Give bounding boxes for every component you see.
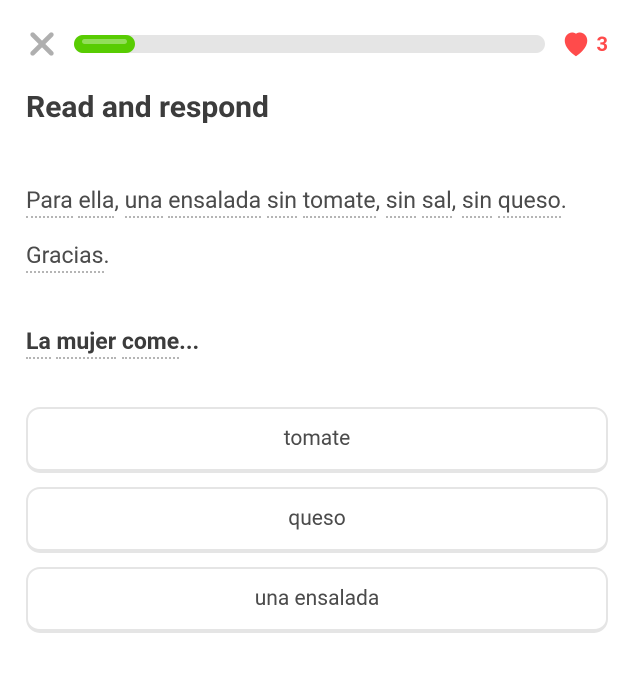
option-button-2[interactable]: una ensalada <box>26 567 608 633</box>
header: 3 <box>26 28 608 60</box>
tappable-word[interactable]: Para <box>26 187 73 218</box>
option-button-1[interactable]: queso <box>26 487 608 553</box>
heart-icon <box>561 30 591 58</box>
tappable-word[interactable]: sin <box>267 187 297 218</box>
progress-bar <box>74 35 545 53</box>
tappable-word[interactable]: ella <box>78 187 114 218</box>
tappable-word[interactable]: queso <box>498 187 561 218</box>
tappable-word[interactable]: sin <box>462 187 492 218</box>
tappable-word[interactable]: mujer <box>56 328 116 359</box>
context-sentence: Para ella, una ensalada sin tomate, sin … <box>26 173 608 283</box>
close-icon[interactable] <box>26 28 58 60</box>
tappable-word[interactable]: come <box>122 328 179 359</box>
tappable-word[interactable]: La <box>26 328 51 359</box>
option-button-0[interactable]: tomate <box>26 407 608 473</box>
tappable-word[interactable]: tomate <box>303 187 376 218</box>
hearts[interactable]: 3 <box>561 30 608 58</box>
tappable-word[interactable]: Gracias <box>26 242 104 273</box>
tappable-word[interactable]: sin <box>386 187 416 218</box>
tappable-word[interactable]: sal <box>422 187 452 218</box>
hearts-count: 3 <box>597 32 608 56</box>
progress-fill <box>74 35 135 53</box>
tappable-word[interactable]: ensalada <box>168 187 261 218</box>
question-prompt: La mujer come... <box>26 319 608 365</box>
instruction-title: Read and respond <box>26 90 608 125</box>
tappable-word[interactable]: una <box>125 187 163 218</box>
options-list: tomate queso una ensalada <box>26 407 608 633</box>
